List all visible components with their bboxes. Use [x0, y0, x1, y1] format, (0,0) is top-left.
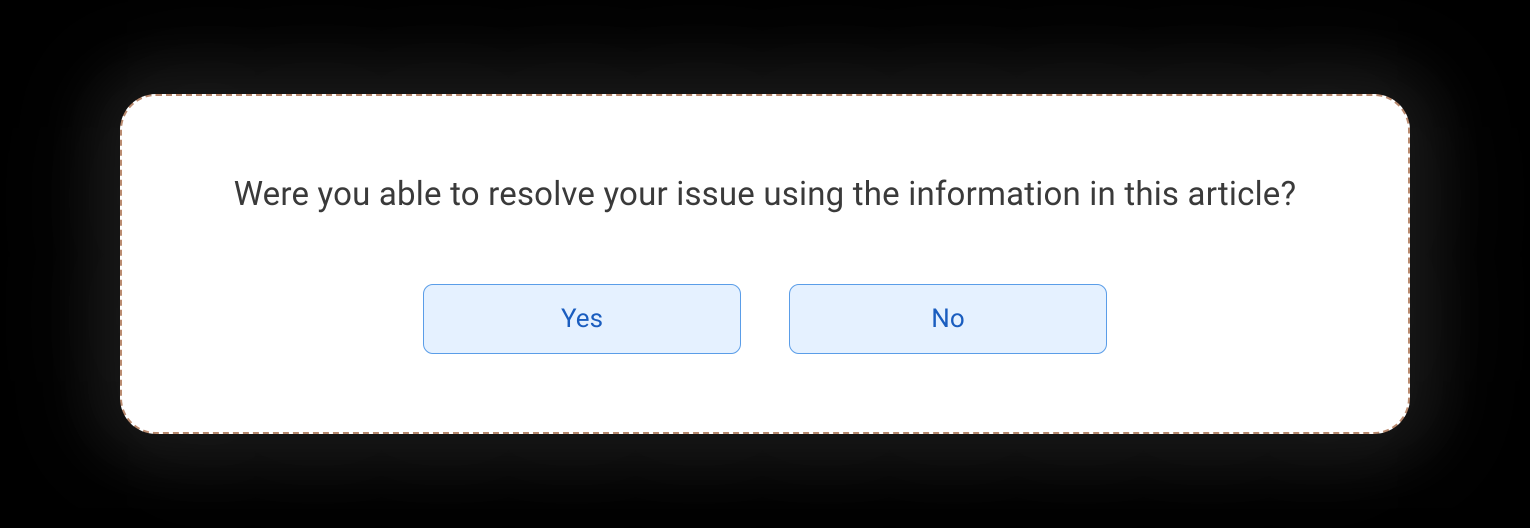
- yes-button[interactable]: Yes: [423, 284, 741, 354]
- yes-button-label: Yes: [561, 304, 603, 334]
- feedback-card: Were you able to resolve your issue usin…: [120, 94, 1410, 434]
- feedback-button-row: Yes No: [423, 284, 1107, 354]
- feedback-prompt: Were you able to resolve your issue usin…: [234, 175, 1297, 214]
- no-button[interactable]: No: [789, 284, 1107, 354]
- no-button-label: No: [931, 304, 964, 334]
